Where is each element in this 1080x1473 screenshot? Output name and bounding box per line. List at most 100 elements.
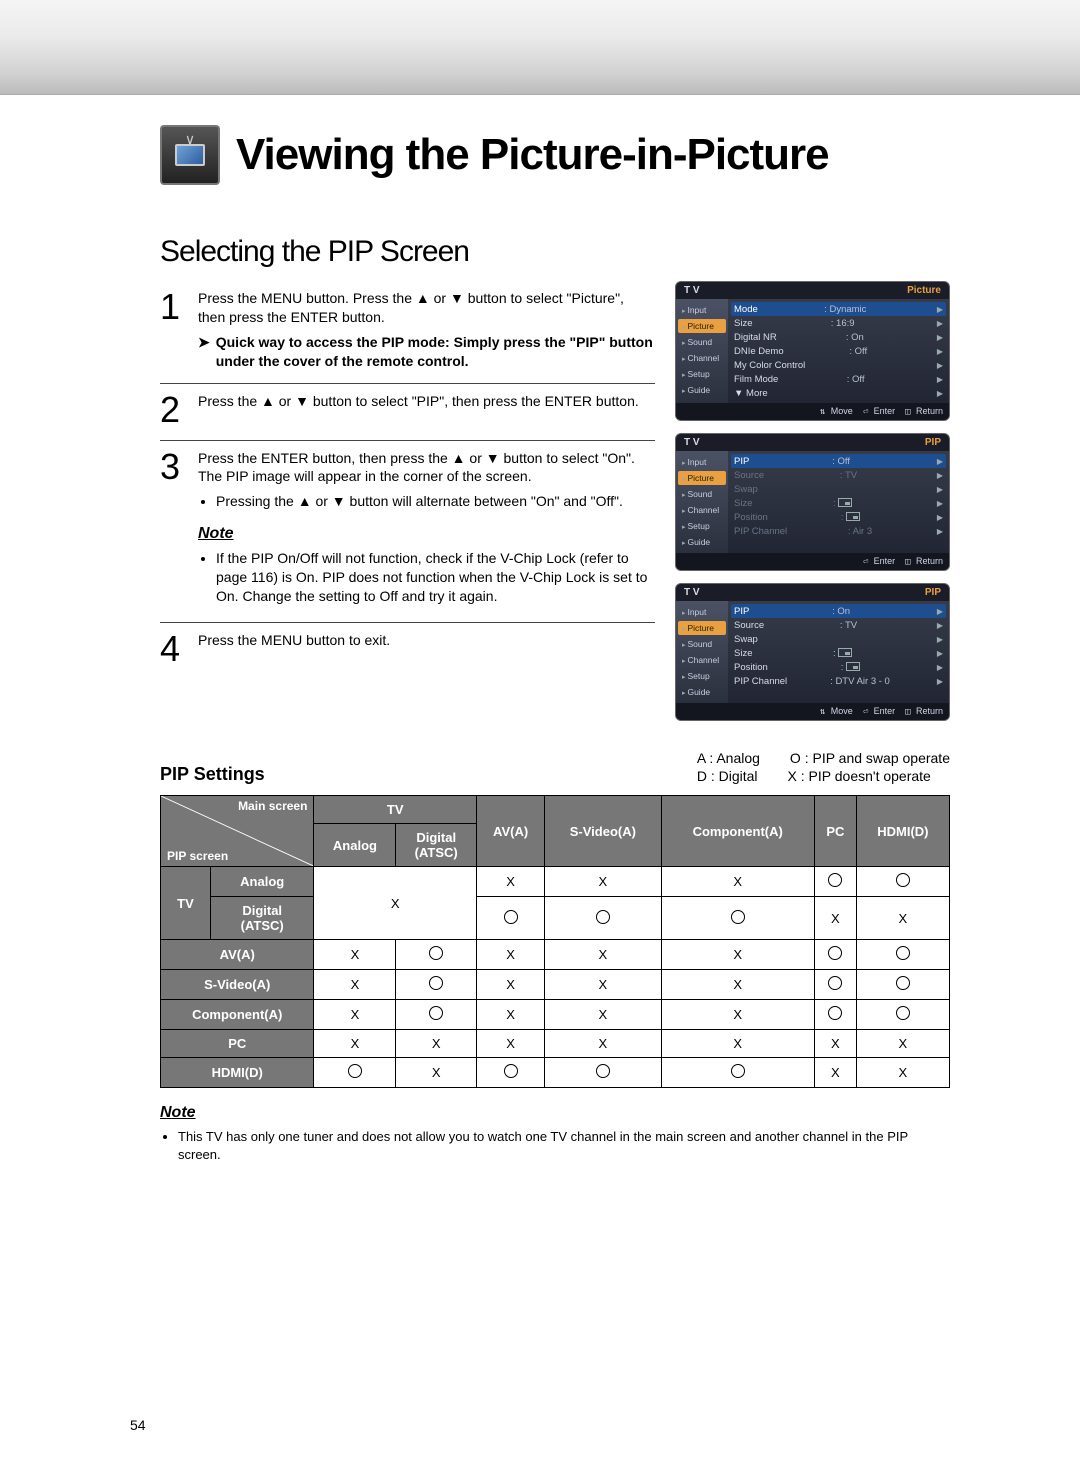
osd-footer-key: Move — [820, 406, 853, 417]
osd-column: T V Picture Input Picture Sound Channel Setup G… — [675, 281, 950, 721]
osd-row: PIP Channel: DTV Air 3 - 0▶ — [734, 674, 943, 688]
quick-tip: Quick way to access the PIP mode: Simply… — [198, 333, 655, 371]
osd-row: My Color Control▶ — [734, 358, 943, 372]
row-head: PC — [161, 1030, 314, 1058]
pip-cell — [476, 897, 544, 940]
osd-title: PIP — [925, 437, 941, 448]
col-head: Component(A) — [661, 796, 814, 867]
pip-cell: X — [545, 1030, 661, 1058]
pip-cell: X — [545, 867, 661, 897]
steps-column: 1 Press the MENU button. Press the ▲ or … — [160, 281, 655, 721]
osd-menu: T VPIPInputPictureSoundChannelSetupGuide… — [675, 433, 950, 571]
pip-cell: X — [856, 1058, 949, 1088]
osd-row: Source: TV▶ — [734, 468, 943, 482]
pip-cell: X — [396, 1030, 477, 1058]
step-2: 2 Press the ▲ or ▼ button to select "PIP… — [160, 384, 655, 441]
pip-settings-table: Main screenPIP screenTVAV(A)S-Video(A)Co… — [160, 795, 950, 1088]
step-text: Press the ENTER button, then press the ▲… — [198, 449, 655, 487]
note-bullet: If the PIP On/Off will not function, che… — [216, 549, 655, 606]
pip-cell — [396, 940, 477, 970]
osd-row: DNIe Demo: Off▶ — [734, 344, 943, 358]
osd-menu: T VPictureInputPictureSoundChannelSetupG… — [675, 281, 950, 421]
footer-note-heading: Note — [160, 1102, 950, 1124]
osd-row: ▼ More▶ — [734, 386, 943, 400]
pip-cell: X — [476, 1000, 544, 1030]
legend-d: D : Digital — [697, 767, 758, 785]
osd-nav-item: Channel — [678, 351, 726, 365]
pip-cell — [856, 867, 949, 897]
pip-cell: X — [661, 1030, 814, 1058]
pip-settings-title: PIP Settings — [160, 764, 265, 785]
pip-cell: X — [545, 1000, 661, 1030]
footer-note-text: This TV has only one tuner and does not … — [178, 1128, 950, 1163]
pip-cell — [814, 867, 856, 897]
pip-cell — [856, 940, 949, 970]
osd-footer-key: Enter — [863, 706, 895, 717]
pip-cell: X — [814, 1030, 856, 1058]
osd-row: Position: ▶ — [734, 510, 943, 524]
pip-cell: X — [476, 1030, 544, 1058]
pip-cell: X — [545, 940, 661, 970]
osd-nav-item: Picture — [678, 621, 726, 635]
osd-row: Swap▶ — [734, 482, 943, 496]
osd-nav-item: Setup — [678, 367, 726, 381]
step-number: 3 — [160, 449, 190, 610]
osd-tv-label: T V — [684, 285, 700, 296]
step-3: 3 Press the ENTER button, then press the… — [160, 441, 655, 623]
pip-cell: X — [314, 867, 477, 940]
osd-nav-item: Input — [678, 303, 726, 317]
osd-row: Mode: Dynamic▶ — [731, 302, 946, 316]
pip-cell: X — [661, 940, 814, 970]
legend-x: X : PIP doesn't operate — [788, 767, 931, 785]
osd-footer-key: Enter — [863, 406, 895, 417]
osd-footer-key: Return — [905, 406, 943, 417]
osd-footer-key: Return — [905, 556, 943, 567]
step-number: 4 — [160, 631, 190, 667]
osd-nav-item: Input — [678, 605, 726, 619]
pip-cell — [661, 1058, 814, 1088]
osd-row: Digital NR: On▶ — [734, 330, 943, 344]
pip-cell — [661, 897, 814, 940]
step-text: Press the MENU button to exit. — [198, 631, 390, 650]
pip-cell: X — [661, 970, 814, 1000]
pip-cell: X — [814, 1058, 856, 1088]
page-title: Viewing the Picture-in-Picture — [236, 130, 829, 180]
step-4: 4 Press the MENU button to exit. — [160, 623, 655, 679]
osd-nav-item: Input — [678, 455, 726, 469]
pip-cell: X — [314, 1030, 396, 1058]
pip-cell: X — [814, 897, 856, 940]
pip-cell: X — [545, 970, 661, 1000]
col-tv: TV — [314, 796, 477, 824]
pip-cell: X — [314, 940, 396, 970]
pip-cell — [814, 1000, 856, 1030]
osd-title: Picture — [907, 285, 941, 296]
pip-cell: X — [476, 867, 544, 897]
row-head-digital: Digital (ATSC) — [210, 897, 314, 940]
osd-title: PIP — [925, 587, 941, 598]
pip-cell — [856, 970, 949, 1000]
step-number: 2 — [160, 392, 190, 428]
osd-footer-key: Move — [820, 706, 853, 717]
pip-cell: X — [476, 970, 544, 1000]
row-head: AV(A) — [161, 940, 314, 970]
step-1: 1 Press the MENU button. Press the ▲ or … — [160, 281, 655, 384]
pip-cell: X — [314, 970, 396, 1000]
table-diag-main: Main screen — [238, 799, 307, 813]
osd-nav-item: Guide — [678, 685, 726, 699]
pip-cell — [476, 1058, 544, 1088]
osd-row: PIP: On▶ — [731, 604, 946, 618]
osd-row: PIP: Off▶ — [731, 454, 946, 468]
osd-nav-item: Sound — [678, 335, 726, 349]
note-heading: Note — [198, 523, 655, 545]
col-head: PC — [814, 796, 856, 867]
row-head: Component(A) — [161, 1000, 314, 1030]
row-head: S-Video(A) — [161, 970, 314, 1000]
pip-cell — [314, 1058, 396, 1088]
table-diag-pip: PIP screen — [167, 849, 228, 863]
osd-footer-key: Enter — [863, 556, 895, 567]
pip-cell: X — [856, 1030, 949, 1058]
row-head: HDMI(D) — [161, 1058, 314, 1088]
osd-nav-item: Picture — [678, 471, 726, 485]
osd-tv-label: T V — [684, 587, 700, 598]
pip-cell — [814, 970, 856, 1000]
